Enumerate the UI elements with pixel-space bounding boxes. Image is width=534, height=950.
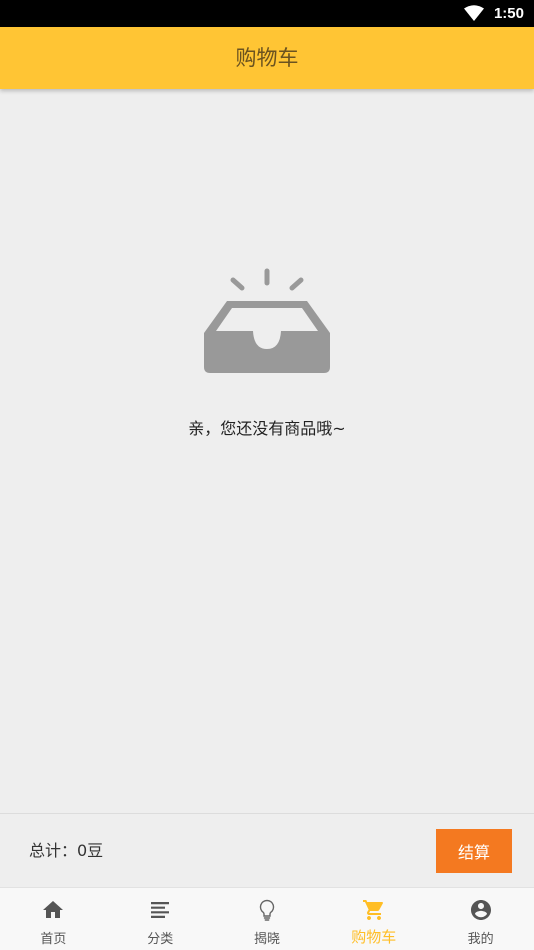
tab-profile[interactable]: 我的 bbox=[427, 888, 534, 950]
tab-home[interactable]: 首页 bbox=[0, 888, 107, 950]
cart-footer: 总计：0豆 结算 bbox=[0, 813, 534, 888]
status-time: 1:50 bbox=[493, 5, 524, 22]
app-header: 购物车 bbox=[0, 27, 534, 89]
page-title: 购物车 bbox=[235, 46, 299, 70]
lightbulb-icon bbox=[259, 899, 275, 921]
home-icon bbox=[43, 901, 64, 918]
tab-cart[interactable]: 购物车 bbox=[320, 888, 427, 950]
empty-cart-message: 亲，您还没有商品哦~ bbox=[188, 419, 346, 438]
cart-icon bbox=[362, 900, 383, 920]
bottom-tab-bar: 首页 分类 揭晓 购物车 我的 bbox=[0, 887, 534, 950]
wifi-icon bbox=[464, 5, 484, 21]
account-icon bbox=[470, 900, 491, 920]
tab-label: 我的 bbox=[467, 932, 494, 947]
list-icon bbox=[151, 902, 170, 918]
tab-label: 购物车 bbox=[351, 928, 397, 946]
status-bar: 1:50 bbox=[0, 0, 534, 27]
checkout-button[interactable]: 结算 bbox=[436, 829, 512, 873]
total-label: 总计：0豆 bbox=[29, 841, 104, 860]
tab-label: 首页 bbox=[40, 932, 67, 947]
tab-label: 分类 bbox=[147, 932, 174, 947]
tab-label: 揭晓 bbox=[253, 932, 280, 947]
empty-inbox-icon bbox=[204, 268, 330, 373]
tab-reveal[interactable]: 揭晓 bbox=[214, 888, 321, 950]
cart-content: 亲，您还没有商品哦~ bbox=[0, 89, 534, 813]
tab-category[interactable]: 分类 bbox=[107, 888, 214, 950]
